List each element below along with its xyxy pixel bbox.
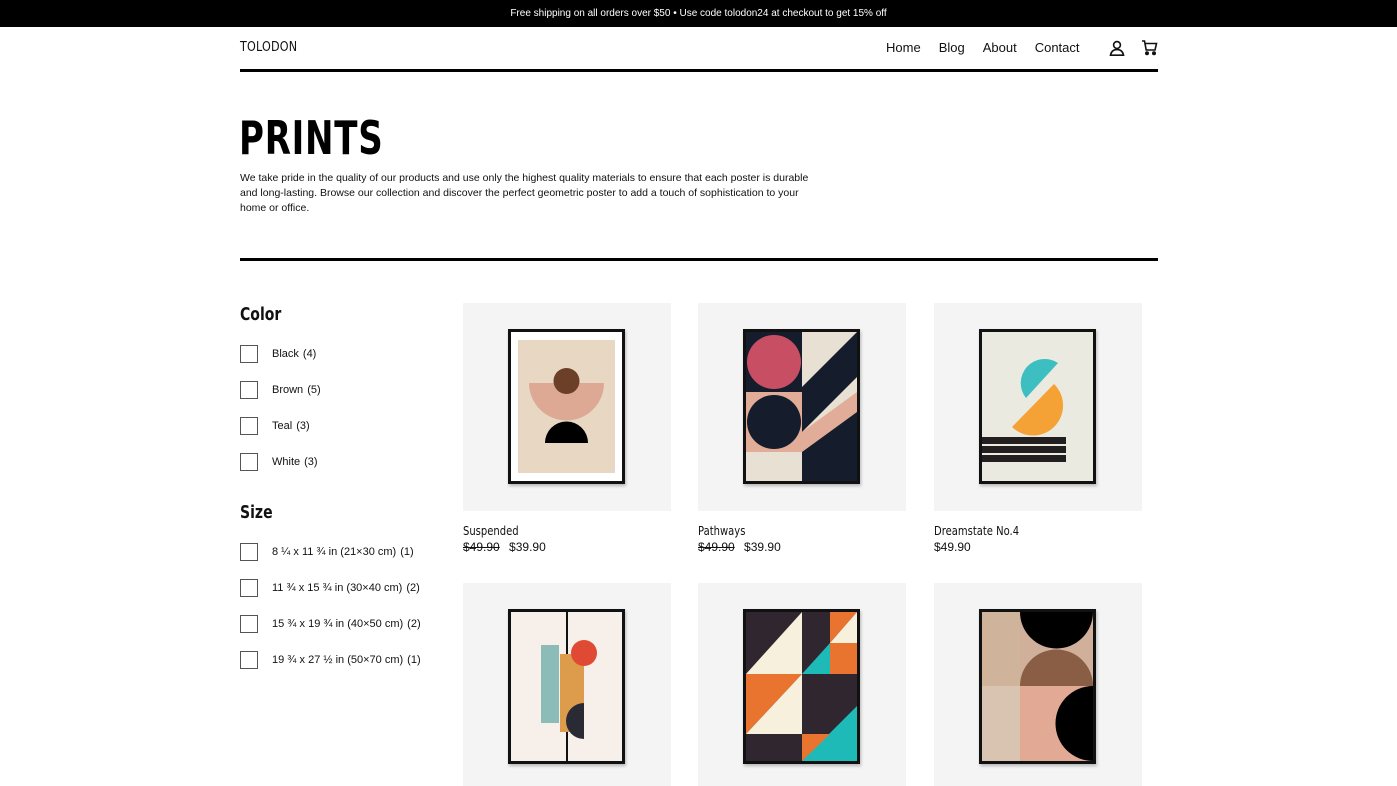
poster-frame — [508, 609, 625, 764]
poster-frame — [743, 609, 860, 764]
poster-pathways-art — [746, 332, 857, 481]
section-divider — [240, 258, 1158, 261]
brand-logo[interactable]: TOLODON — [240, 40, 297, 55]
collection-intro: We take pride in the quality of our prod… — [240, 172, 809, 214]
filter-color-brown[interactable]: Brown (5) — [240, 381, 321, 399]
filter-label: Teal — [272, 420, 293, 432]
filter-count: (3) — [296, 420, 310, 432]
product-name[interactable]: Suspended — [463, 523, 629, 538]
original-price: $49.90 — [463, 540, 500, 554]
product-image[interactable] — [934, 303, 1142, 511]
product-card-5[interactable] — [698, 583, 906, 786]
user-icon[interactable] — [1109, 40, 1125, 56]
poster-frame — [979, 329, 1096, 484]
filter-label: Brown — [272, 384, 304, 396]
filter-size-40x50[interactable]: 15 ¾ x 19 ¾ in (40×50 cm) (2) — [240, 615, 421, 633]
filter-color-white[interactable]: White (3) — [240, 453, 318, 471]
filter-count: (1) — [407, 654, 421, 666]
checkbox[interactable] — [240, 381, 258, 399]
checkbox[interactable] — [240, 651, 258, 669]
filter-label: White — [272, 456, 301, 468]
product-name[interactable]: Pathways — [698, 523, 864, 538]
announcement-text: Free shipping on all orders over $50 • U… — [510, 8, 887, 19]
checkbox[interactable] — [240, 417, 258, 435]
product-card-6[interactable] — [934, 583, 1142, 786]
poster-art-6 — [982, 612, 1093, 761]
poster-art-5 — [746, 612, 857, 761]
page-title: PRINTS — [239, 111, 384, 165]
original-price: $49.90 — [698, 540, 735, 554]
filter-size-30x40[interactable]: 11 ¾ x 15 ¾ in (30×40 cm) (2) — [240, 579, 420, 597]
product-card-dreamstate-no4[interactable]: Dreamstate No.4 $49.90 — [934, 303, 1142, 554]
poster-suspended-art — [511, 332, 622, 481]
product-image[interactable] — [463, 583, 671, 786]
product-price: $49.90 $39.90 — [698, 540, 906, 554]
filter-count: (3) — [304, 456, 318, 468]
filter-color-teal[interactable]: Teal (3) — [240, 417, 310, 435]
size-filter-heading: Size — [240, 502, 273, 523]
product-image[interactable] — [698, 583, 906, 786]
checkbox[interactable] — [240, 543, 258, 561]
filter-count: (2) — [407, 618, 421, 630]
poster-art-4 — [511, 612, 622, 761]
announcement-bar: Free shipping on all orders over $50 • U… — [0, 0, 1397, 27]
product-image[interactable] — [698, 303, 906, 511]
filter-count: (2) — [406, 582, 420, 594]
nav-home[interactable]: Home — [886, 40, 921, 56]
filter-count: (4) — [302, 348, 317, 360]
product-image[interactable] — [463, 303, 671, 511]
product-card-suspended[interactable]: Suspended $49.90 $39.90 — [463, 303, 671, 554]
nav-blog[interactable]: Blog — [939, 40, 965, 56]
filter-label: 19 ¾ x 27 ½ in (50×70 cm) — [272, 654, 404, 666]
poster-frame — [743, 329, 860, 484]
filter-color-black[interactable]: Black (4) — [240, 345, 316, 363]
header-divider — [240, 69, 1158, 72]
main-nav: Home Blog About Contact — [886, 40, 1080, 56]
nav-about[interactable]: About — [983, 40, 1017, 56]
filter-size-21x30[interactable]: 8 ¼ x 11 ¾ in (21×30 cm) (1) — [240, 543, 414, 561]
filter-count: (5) — [307, 384, 321, 396]
checkbox[interactable] — [240, 615, 258, 633]
checkbox[interactable] — [240, 579, 258, 597]
product-name[interactable]: Dreamstate No.4 — [934, 523, 1100, 538]
poster-dreamstate-art — [982, 332, 1093, 481]
product-card-pathways[interactable]: Pathways $49.90 $39.90 — [698, 303, 906, 554]
filter-label: 11 ¾ x 15 ¾ in (30×40 cm) — [272, 582, 403, 594]
nav-contact[interactable]: Contact — [1035, 40, 1080, 56]
checkbox[interactable] — [240, 453, 258, 471]
product-card-4[interactable] — [463, 583, 671, 786]
poster-frame — [979, 609, 1096, 764]
product-image[interactable] — [934, 583, 1142, 786]
filter-size-50x70[interactable]: 19 ¾ x 27 ½ in (50×70 cm) (1) — [240, 651, 421, 669]
product-price: $49.90 — [934, 540, 1142, 554]
color-filter-heading: Color — [240, 304, 282, 325]
filter-label: 8 ¼ x 11 ¾ in (21×30 cm) — [272, 546, 397, 558]
product-price: $49.90 $39.90 — [463, 540, 671, 554]
sale-price: $39.90 — [509, 540, 546, 554]
cart-icon[interactable] — [1141, 39, 1158, 56]
sale-price: $39.90 — [744, 540, 781, 554]
filter-label: Black — [272, 348, 299, 360]
poster-frame — [508, 329, 625, 484]
filter-count: (1) — [400, 546, 414, 558]
product-price-value: $49.90 — [934, 540, 971, 554]
checkbox[interactable] — [240, 345, 258, 363]
filter-label: 15 ¾ x 19 ¾ in (40×50 cm) — [272, 618, 404, 630]
